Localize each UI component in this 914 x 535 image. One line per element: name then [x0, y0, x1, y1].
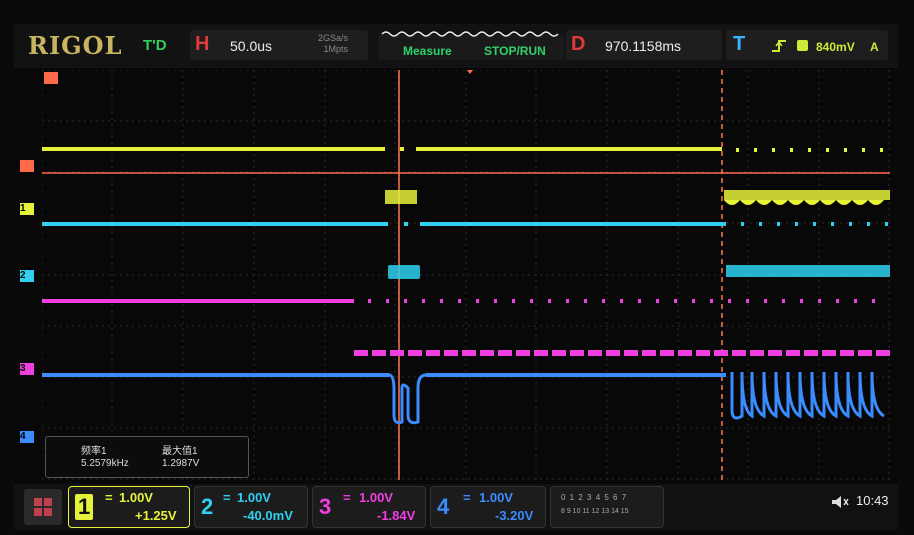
channel4-settings[interactable]: 4 = 1.00V -3.20V	[430, 486, 546, 528]
waveform-area	[42, 70, 890, 480]
trigger-source-icon	[797, 40, 808, 51]
measurement2-value: 1.2987V	[162, 458, 200, 469]
channel1-scale-symbol: =	[105, 490, 113, 505]
channel3-trace	[42, 299, 890, 356]
stop-run-button[interactable]: STOP/RUN	[484, 44, 546, 58]
channel4-trace	[42, 371, 885, 425]
horizontal-label: H	[195, 33, 210, 55]
trigger-edge-icon	[772, 40, 808, 52]
channel3-marker-icon[interactable]: 3	[20, 363, 34, 375]
channel1-number: 1	[75, 494, 94, 520]
speaker-icon[interactable]	[830, 494, 852, 510]
channel2-number: 2	[201, 494, 214, 519]
trigger-label: T	[733, 33, 746, 55]
channel2-scale: 1.00V	[237, 490, 271, 505]
trigger-level-marker-icon	[20, 160, 34, 172]
channel4-scale-symbol: =	[463, 490, 471, 505]
delay-label: D	[571, 33, 586, 55]
channel1-settings[interactable]: 1 = 1.00V +1.25V	[68, 486, 190, 528]
channel3-scale: 1.00V	[359, 490, 393, 505]
sample-rate: 2GSa/s 1Mpts	[318, 33, 348, 55]
channel3-settings[interactable]: 3 = 1.00V -1.84V	[312, 486, 426, 528]
channel2-marker-icon[interactable]: 2	[20, 270, 34, 282]
measure-button[interactable]: Measure	[403, 44, 452, 58]
delay-value[interactable]: 970.1158ms	[605, 38, 681, 54]
trigger-mode: A	[870, 40, 879, 54]
memory-depth-value: 1Mpts	[323, 44, 349, 54]
measurement-panel[interactable]: 频率1 5.2579kHz 最大值1 1.2987V	[45, 436, 249, 478]
channel2-scale-symbol: =	[223, 490, 231, 505]
channel4-offset: -3.20V	[495, 508, 534, 523]
channel3-offset: -1.84V	[377, 508, 416, 523]
channel1-scale: 1.00V	[119, 490, 153, 505]
measurement1-name: 频率1	[81, 446, 107, 457]
digital-channels-row1: 0 1 2 3 4 5 6 7	[561, 493, 628, 502]
timebase-value[interactable]: 50.0us	[230, 38, 272, 54]
channel4-number: 4	[437, 494, 450, 519]
channel3-number: 3	[319, 494, 332, 519]
digital-channels-row2: 8 9 10 11 12 13 14 15	[561, 508, 629, 515]
trigger-marker-icon	[44, 72, 58, 84]
trigger-position-marker	[467, 70, 473, 74]
menu-grid-button[interactable]	[24, 489, 62, 525]
trigger-status: T'D	[143, 37, 167, 54]
channel3-scale-symbol: =	[343, 490, 351, 505]
clock-time: 10:43	[856, 493, 889, 508]
channel2-offset: -40.0mV	[243, 508, 293, 523]
channel1-marker-icon[interactable]: 1	[20, 203, 34, 215]
brand-logo: RIGOL	[28, 31, 123, 60]
channel4-scale: 1.00V	[479, 490, 513, 505]
channel2-settings[interactable]: 2 = 1.00V -40.0mV	[194, 486, 308, 528]
app-menu-icon	[34, 498, 52, 516]
measurement2-name: 最大值1	[162, 446, 198, 457]
sample-rate-value: 2GSa/s	[318, 33, 349, 43]
channel4-marker-icon[interactable]: 4	[20, 431, 34, 443]
digital-channels-panel[interactable]: 0 1 2 3 4 5 6 7 8 9 10 11 12 13 14 15	[550, 486, 664, 528]
trigger-level: 840mV	[816, 40, 855, 54]
measurement1-value: 5.2579kHz	[81, 458, 129, 469]
channel1-offset: +1.25V	[135, 508, 177, 523]
